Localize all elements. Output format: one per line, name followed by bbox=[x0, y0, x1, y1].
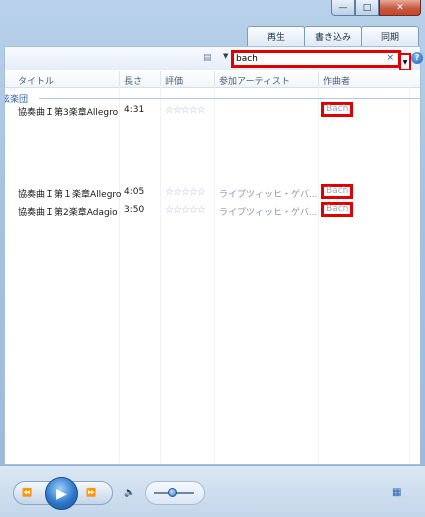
column-artist[interactable]: 参加アーティスト bbox=[219, 74, 290, 87]
track-artist: ライプツィッヒ・ゲバ... bbox=[219, 208, 318, 218]
window-frame: — □ ✕ 再生 書き込み 同期 ▤ ▼ × ▼ ? タイトル 長さ 評価 参加… bbox=[0, 0, 425, 517]
minimize-button[interactable]: — bbox=[331, 0, 355, 16]
rating-stars-icon[interactable]: ☆☆☆☆☆ bbox=[165, 187, 206, 198]
volume-icon[interactable]: 🔈 bbox=[124, 488, 135, 498]
tab-bar: 再生 書き込み 同期 bbox=[247, 26, 419, 46]
track-length: 4:05 bbox=[124, 187, 145, 197]
tab-play[interactable]: 再生 bbox=[247, 26, 305, 46]
toolbar: ▤ ▼ × ▼ ? bbox=[4, 46, 423, 71]
track-title: 協奏曲Ｉ第3楽章Allegro bbox=[18, 108, 119, 118]
switch-to-now-playing-icon[interactable]: ▦ bbox=[392, 487, 401, 498]
grid-line bbox=[160, 87, 161, 464]
grid-line bbox=[119, 87, 120, 464]
column-length[interactable]: 長さ bbox=[124, 74, 142, 87]
rating-stars-icon[interactable]: ☆☆☆☆☆ bbox=[165, 105, 206, 116]
search-dropdown-icon[interactable]: ▼ bbox=[399, 53, 411, 71]
play-icon: ▶ bbox=[56, 485, 67, 502]
window-controls: — □ ✕ bbox=[331, 0, 421, 18]
search-input[interactable] bbox=[236, 53, 376, 65]
column-composer[interactable]: 作曲者 bbox=[323, 74, 350, 87]
view-options-arrow-icon[interactable]: ▼ bbox=[223, 52, 228, 60]
tab-sync[interactable]: 同期 bbox=[361, 26, 419, 46]
volume-thumb[interactable] bbox=[168, 488, 177, 497]
library-list: タイトル 長さ 評価 参加アーティスト 作曲者 弦楽団 協奏曲Ｉ第3楽章Alle… bbox=[4, 70, 421, 465]
track-artist: ライプツィッヒ・ゲバ... bbox=[219, 190, 318, 200]
next-icon[interactable]: ⏩ bbox=[86, 488, 96, 497]
column-divider bbox=[214, 71, 215, 86]
search-box: × bbox=[231, 50, 401, 68]
group-divider bbox=[39, 98, 420, 99]
rating-stars-icon[interactable]: ☆☆☆☆☆ bbox=[165, 205, 206, 216]
column-divider bbox=[160, 71, 161, 86]
previous-icon[interactable]: ⏪ bbox=[22, 488, 32, 497]
table-row[interactable]: 協奏曲Ｉ第2楽章Adagio 3:50 ☆☆☆☆☆ ライプツィッヒ・ゲバ... … bbox=[5, 202, 420, 219]
track-composer: Bach bbox=[321, 184, 354, 199]
grid-line bbox=[318, 87, 319, 464]
table-row[interactable]: 協奏曲Ｉ第3楽章Allegro 4:31 ☆☆☆☆☆ Bach bbox=[5, 102, 420, 119]
track-length: 4:31 bbox=[124, 105, 145, 115]
column-divider bbox=[119, 71, 120, 86]
track-title: 協奏曲Ｉ第2楽章Adagio bbox=[18, 208, 118, 218]
clear-search-icon[interactable]: × bbox=[386, 53, 394, 63]
volume-slider[interactable] bbox=[145, 481, 205, 505]
track-composer: Bach bbox=[321, 202, 354, 217]
table-row[interactable]: 協奏曲Ｉ第１楽章Allegro 4:05 ☆☆☆☆☆ ライプツィッヒ・ゲバ...… bbox=[5, 184, 420, 201]
track-composer: Bach bbox=[321, 102, 354, 117]
grid-line bbox=[214, 87, 215, 464]
help-icon[interactable]: ? bbox=[411, 52, 423, 64]
track-length: 3:50 bbox=[124, 205, 145, 215]
grid-line bbox=[409, 87, 410, 464]
column-title[interactable]: タイトル bbox=[18, 74, 54, 87]
playback-controls: ⏪ ⏩ ▶ 🔈 ▦ bbox=[0, 465, 425, 517]
maximize-button[interactable]: □ bbox=[355, 0, 379, 16]
close-button[interactable]: ✕ bbox=[379, 0, 421, 16]
view-options-icon[interactable]: ▤ bbox=[203, 53, 213, 63]
column-header: タイトル 長さ 評価 参加アーティスト 作曲者 bbox=[5, 70, 420, 88]
play-button[interactable]: ▶ bbox=[45, 477, 78, 510]
tab-burn[interactable]: 書き込み bbox=[304, 26, 362, 46]
track-title: 協奏曲Ｉ第１楽章Allegro bbox=[18, 190, 122, 200]
column-rating[interactable]: 評価 bbox=[165, 74, 183, 87]
column-divider bbox=[318, 71, 319, 86]
